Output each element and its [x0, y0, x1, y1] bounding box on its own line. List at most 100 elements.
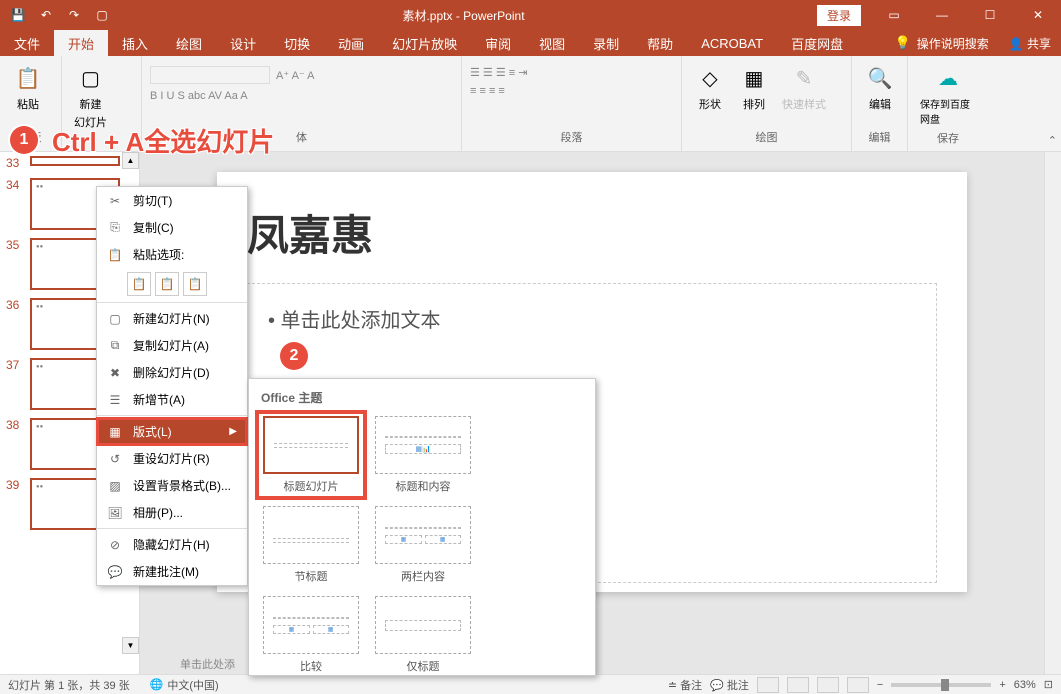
ctx-copy[interactable]: ⎘复制(C) — [97, 214, 247, 241]
ctx-reset-slide[interactable]: ↺重设幻灯片(R) — [97, 445, 247, 472]
shapes-icon: ◇ — [694, 62, 726, 94]
layout-title-only[interactable]: 仅标题 — [373, 596, 473, 674]
slide-number: 33 — [6, 156, 24, 170]
quick-styles-icon: ✎ — [788, 62, 820, 94]
scroll-down-icon[interactable]: ▼ — [122, 637, 139, 654]
slide-number: 39 — [6, 478, 24, 492]
menu-bar: 文件 开始 插入 绘图 设计 切换 动画 幻灯片放映 审阅 视图 录制 帮助 A… — [0, 30, 1061, 56]
tab-transitions[interactable]: 切换 — [270, 30, 324, 57]
tab-acrobat[interactable]: ACROBAT — [687, 32, 777, 55]
slide-number: 34 — [6, 178, 24, 192]
reading-view-icon[interactable] — [817, 677, 839, 693]
drawing-group-label: 绘图 — [690, 127, 843, 147]
clipboard-icon: 📋 — [12, 62, 44, 94]
paste-button[interactable]: 📋 粘贴 — [8, 60, 48, 114]
ctx-paste-label: 📋粘贴选项: — [97, 241, 247, 268]
editing-button[interactable]: 🔍编辑 — [860, 60, 900, 114]
slideshow-view-icon[interactable] — [847, 677, 869, 693]
comments-button[interactable]: 💬 批注 — [710, 677, 749, 693]
tab-design[interactable]: 设计 — [216, 30, 270, 57]
tell-me-icon[interactable]: 💡 — [895, 35, 911, 51]
slide-counter: 幻灯片 第 1 张，共 39 张 — [8, 677, 130, 693]
redo-icon[interactable]: ↷ — [66, 7, 82, 23]
paste-option-keep[interactable]: 📋 — [155, 272, 179, 296]
slide-number: 36 — [6, 298, 24, 312]
tab-draw[interactable]: 绘图 — [162, 30, 216, 57]
minimize-icon[interactable]: — — [919, 0, 965, 30]
slide-title[interactable]: 凤嘉惠 — [247, 202, 937, 263]
maximize-icon[interactable]: ☐ — [967, 0, 1013, 30]
zoom-level[interactable]: 63% — [1014, 679, 1036, 691]
zoom-slider[interactable] — [891, 683, 991, 687]
layout-title-content[interactable]: ▦📊 标题和内容 — [373, 416, 473, 494]
layout-section-header[interactable]: 节标题 — [261, 506, 361, 584]
tab-home[interactable]: 开始 — [54, 30, 108, 57]
tab-animations[interactable]: 动画 — [324, 30, 378, 57]
shapes-button[interactable]: ◇形状 — [690, 60, 730, 114]
paste-option-picture[interactable]: 📋 — [183, 272, 207, 296]
tab-baidu[interactable]: 百度网盘 — [777, 30, 857, 57]
ctx-new-comment[interactable]: 💬新建批注(M) — [97, 558, 247, 585]
layout-comparison[interactable]: ▦▦ 比较 — [261, 596, 361, 674]
fit-to-window-icon[interactable]: ⊡ — [1044, 678, 1053, 691]
save-group-label: 保存 — [916, 128, 980, 148]
baidu-cloud-icon: ☁ — [932, 62, 964, 94]
ctx-layout[interactable]: ▦版式(L)▶ — [97, 418, 247, 445]
arrange-icon: ▦ — [738, 62, 770, 94]
reset-icon: ↺ — [107, 451, 123, 467]
ribbon-display-icon[interactable]: ▭ — [871, 0, 917, 30]
notes-button[interactable]: ≐ 备注 — [668, 677, 702, 693]
layout-title-slide[interactable]: 标题幻灯片 — [261, 416, 361, 494]
ctx-cut[interactable]: ✂剪切(T) — [97, 187, 247, 214]
delete-icon: ✖ — [107, 365, 123, 381]
slide-number: 35 — [6, 238, 24, 252]
collapse-ribbon-icon[interactable]: ⌃ — [1048, 134, 1057, 147]
language-indicator[interactable]: 中文(中国) — [167, 677, 218, 693]
login-button[interactable]: 登录 — [817, 5, 861, 26]
layout-two-content[interactable]: ▦▦ 两栏内容 — [373, 506, 473, 584]
sorter-view-icon[interactable] — [787, 677, 809, 693]
share-button[interactable]: 👤 共享 — [1009, 35, 1051, 52]
tab-record[interactable]: 录制 — [579, 30, 633, 57]
ctx-duplicate-slide[interactable]: ⧉复制幻灯片(A) — [97, 332, 247, 359]
window-title: 素材.pptx - PowerPoint — [110, 7, 817, 24]
ctx-add-section[interactable]: ☰新增节(A) — [97, 386, 247, 413]
undo-icon[interactable]: ↶ — [38, 7, 54, 23]
tab-file[interactable]: 文件 — [0, 30, 54, 57]
ctx-hide-slide[interactable]: ⊘隐藏幻灯片(H) — [97, 531, 247, 558]
duplicate-icon: ⧉ — [107, 338, 123, 354]
quick-styles-button[interactable]: ✎快速样式 — [778, 60, 830, 114]
vertical-scrollbar[interactable] — [1044, 152, 1061, 674]
start-from-beginning-icon[interactable]: ▢ — [94, 7, 110, 23]
section-icon: ☰ — [107, 392, 123, 408]
tell-me-text[interactable]: 操作说明搜索 — [917, 35, 989, 52]
tab-view[interactable]: 视图 — [525, 30, 579, 57]
ctx-photo-album[interactable]: 🖼相册(P)... — [97, 499, 247, 526]
paste-option-theme[interactable]: 📋 — [127, 272, 151, 296]
save-icon[interactable]: 💾 — [10, 7, 26, 23]
tab-help[interactable]: 帮助 — [633, 30, 687, 57]
save-baidu-button[interactable]: ☁保存到百度网盘 — [916, 60, 980, 128]
ctx-new-slide[interactable]: ▢新建幻灯片(N) — [97, 305, 247, 332]
layout-icon: ▦ — [107, 424, 123, 440]
arrange-button[interactable]: ▦排列 — [734, 60, 774, 114]
copy-icon: ⎘ — [107, 220, 123, 236]
zoom-in-icon[interactable]: + — [999, 679, 1005, 691]
slide-number: 38 — [6, 418, 24, 432]
annotation-badge-2: 2 — [280, 342, 308, 370]
tab-review[interactable]: 审阅 — [471, 30, 525, 57]
ctx-format-background[interactable]: ▨设置背景格式(B)... — [97, 472, 247, 499]
chevron-right-icon: ▶ — [229, 426, 237, 437]
hide-icon: ⊘ — [107, 537, 123, 553]
album-icon: 🖼 — [107, 505, 123, 521]
title-bar: 💾 ↶ ↷ ▢ 素材.pptx - PowerPoint 登录 ▭ — ☐ ✕ — [0, 0, 1061, 30]
paragraph-group-label: 段落 — [470, 127, 673, 147]
zoom-out-icon[interactable]: − — [877, 679, 883, 691]
new-slide-icon: ▢ — [75, 62, 107, 94]
tab-insert[interactable]: 插入 — [108, 30, 162, 57]
close-icon[interactable]: ✕ — [1015, 0, 1061, 30]
tab-slideshow[interactable]: 幻灯片放映 — [378, 30, 471, 57]
ctx-delete-slide[interactable]: ✖删除幻灯片(D) — [97, 359, 247, 386]
layout-submenu: Office 主题 标题幻灯片 ▦📊 标题和内容 节标题 ▦▦ 两栏内容 ▦▦ … — [248, 378, 596, 676]
normal-view-icon[interactable] — [757, 677, 779, 693]
